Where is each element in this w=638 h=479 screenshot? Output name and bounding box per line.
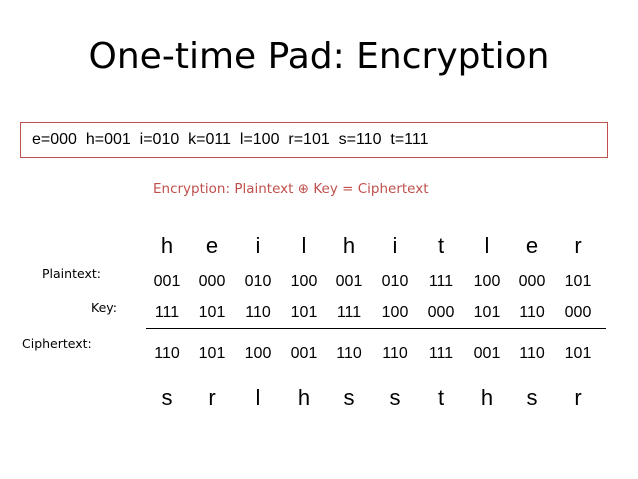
ciphertext-letter: r [574,385,582,410]
key-bits: 000 [427,304,455,321]
formula-label: Encryption: [153,181,231,197]
ciphertext-letter: h [480,385,494,410]
key-bits: 101 [290,304,318,321]
plaintext-letter: e [205,233,219,258]
plaintext-bits: 101 [564,273,592,290]
plaintext-letter: i [392,233,398,258]
bit-mapping-box: e=000 h=001 i=010 k=011 l=100 r=101 s=11… [20,122,608,158]
ciphertext-letter: l [255,385,261,410]
bit-mapping-text: e=000 h=001 i=010 k=011 l=100 r=101 s=11… [32,131,429,148]
ciphertext-bits-row: 110 101 100 001 110 110 111 001 110 101 [0,345,638,375]
plaintext-bits: 001 [153,273,181,290]
plaintext-letter: h [342,233,356,258]
ciphertext-letter: s [343,385,355,410]
ciphertext-letter: s [161,385,173,410]
plaintext-bits: 100 [473,273,501,290]
plaintext-letter: h [160,233,174,258]
plaintext-bits: 000 [518,273,546,290]
key-bits: 110 [519,304,545,321]
ciphertext-letters-row: srlhssthsr [0,385,638,415]
plaintext-letters-row: heilhitler [0,233,638,263]
plaintext-letter: i [255,233,261,258]
ciphertext-bits: 001 [290,345,318,362]
ciphertext-bits: 110 [382,345,408,362]
ciphertext-letter: s [526,385,538,410]
key-bits: 101 [473,304,501,321]
plaintext-bits: 010 [244,273,272,290]
ciphertext-bits: 100 [244,345,272,362]
plaintext-letter: l [484,233,490,258]
plaintext-letter: t [437,233,445,258]
key-bits: 111 [336,304,362,321]
formula-text: Plaintext ⊕ Key = Ciphertext [234,181,429,197]
ciphertext-bits: 001 [473,345,501,362]
plaintext-bits: 000 [198,273,226,290]
plaintext-bits: 001 [335,273,363,290]
ciphertext-bits: 110 [154,345,180,362]
ciphertext-bits: 110 [519,345,545,362]
plaintext-letter: e [525,233,539,258]
encryption-formula: Encryption: Plaintext ⊕ Key = Ciphertext [153,181,429,197]
plaintext-bits-row: 001 000 010 100 001 010 111 100 000 101 [0,273,638,303]
plaintext-letter: r [574,233,582,258]
ciphertext-letter: h [297,385,311,410]
ciphertext-bits: 111 [428,345,454,362]
plaintext-letter: l [301,233,307,258]
ciphertext-bits: 101 [564,345,592,362]
ciphertext-letter: r [208,385,216,410]
slide-title: One-time Pad: Encryption [88,36,550,77]
ciphertext-letter: t [437,385,445,410]
plaintext-bits: 111 [428,273,454,290]
key-bits: 100 [381,304,409,321]
key-bits-row: 111 101 110 101 111 100 000 101 110 000 [0,304,638,334]
ciphertext-letter: s [389,385,401,410]
ciphertext-bits: 101 [198,345,226,362]
plaintext-bits: 100 [290,273,318,290]
key-bits: 110 [245,304,271,321]
sum-divider-line [146,328,606,329]
key-bits: 111 [154,304,180,321]
key-bits: 101 [198,304,226,321]
key-bits: 000 [564,304,592,321]
ciphertext-bits: 110 [336,345,362,362]
plaintext-bits: 010 [381,273,409,290]
